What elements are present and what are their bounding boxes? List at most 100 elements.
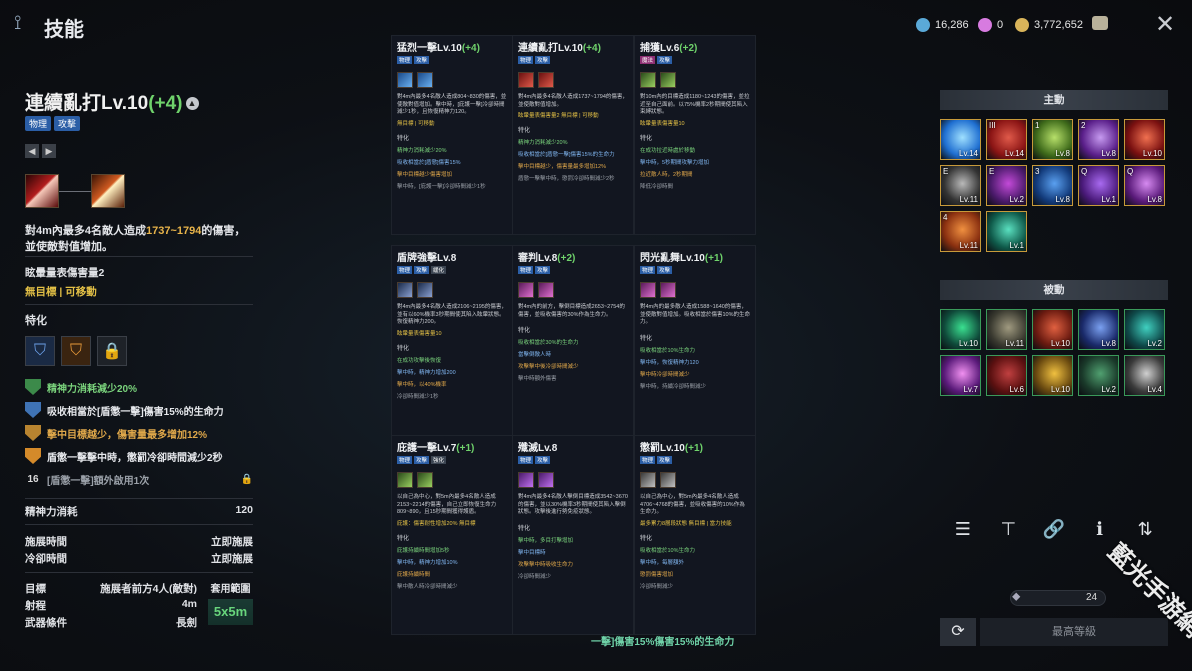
card-effect-line: 擊中時冷卻時間減少 [640,371,690,378]
passive-skill-slot[interactable]: Lv.10 [940,309,981,350]
card-title-text: 閃光亂舞Lv.10 [640,253,705,264]
lock-icon: 🔒 [240,473,253,485]
active-skill-slot[interactable]: Q Lv.8 [1124,165,1165,206]
card-description: 對4m內最多4名敵人造成2106~2195的傷害，並有以60%機率3秒期間使其陷… [397,304,507,325]
card-skill-icon [518,472,534,488]
active-skill-slot[interactable]: 4 Lv.11 [940,211,981,252]
active-skill-slot[interactable]: E Lv.11 [940,165,981,206]
list-icon[interactable]: ☰ [949,515,977,543]
active-skill-slot[interactable]: III Lv.14 [986,119,1027,160]
collage-caption: 一擊]傷害15%傷害15%的生命力 [591,637,735,648]
slot-hotkey: 4 [943,213,948,222]
skill-card[interactable]: 庇護一擊Lv.7(+1) 物理 攻擊 強化 以自己為中心，對5m內最多4名敵人造成215… [391,435,513,635]
specialization-icons: ⛉ ⛉ 🔒 [25,336,127,366]
sort-icon[interactable]: ⇅ [1131,515,1159,543]
upgrade-arrow-icon[interactable]: ▲ [185,97,199,111]
active-skill-slot[interactable]: Lv.10 [1124,119,1165,160]
passive-skill-slot[interactable]: Lv.8 [1078,309,1119,350]
weapon-value: 長劍 [176,617,197,629]
currency-gem-value: 0 [997,19,1004,31]
active-skill-slot[interactable]: 1 Lv.8 [1032,119,1073,160]
card-skill-icon [538,72,554,88]
active-skill-slot[interactable]: Q Lv.1 [1078,165,1119,206]
lock-spec-icon[interactable]: 🔒 [97,336,127,366]
prev-arrow-icon[interactable]: ◀ [25,144,39,158]
slot-level: Lv.11 [1005,339,1024,348]
active-skill-slot[interactable]: 2 Lv.8 [1078,119,1119,160]
card-effect-line: 庇護持續時間增加5秒 [397,547,450,554]
slot-level: Lv.2 [1101,385,1116,394]
skill-card[interactable]: 連續亂打Lv.10(+4) 物理 攻擊 對4m內最多4名敵人造成1737~1794的傷… [512,35,634,235]
card-effect-line: 拉近敵人時，2秒期間 [640,171,693,178]
slot-hotkey: III [989,121,996,130]
slot-level: Lv.1 [1101,195,1116,204]
passive-skill-slot[interactable]: Lv.11 [986,309,1027,350]
card-subtext: 眩暈量表傷害量10 [397,330,442,337]
range-row: 射程 4m [25,598,197,613]
active-skill-slot[interactable]: Lv.1 [986,211,1027,252]
skill-tags: 物理 攻擊 [25,116,81,131]
bag-icon[interactable] [1092,16,1108,30]
gold-shield-spec-icon[interactable]: ⛉ [61,336,91,366]
card-spec-label: 特化 [518,128,531,134]
card-effect-line: 降低冷卻時間 [640,183,674,190]
skill-plus: (+4) [148,93,183,114]
passive-skill-slot[interactable]: Lv.10 [1032,355,1073,396]
slider-handle-icon[interactable]: ⬥ [1012,589,1026,607]
card-tag: 攻擊 [657,56,673,64]
skill-nav: ◀ ▶ [25,144,56,158]
effect-text: 盾懲一擊擊中時，懲罰冷卻時間減少2秒 [47,452,223,464]
passive-skill-slot[interactable]: Lv.10 [1032,309,1073,350]
close-icon[interactable]: ✕ [1154,13,1176,37]
link-icon[interactable]: 🔗 [1040,515,1068,543]
card-tags: 物理 攻擊 [640,266,750,274]
passive-skill-slot[interactable]: Lv.2 [1078,355,1119,396]
card-tag: 攻擊 [535,56,551,64]
passive-skill-slot[interactable]: Lv.7 [940,355,981,396]
passive-skill-slot[interactable]: Lv.2 [1124,309,1165,350]
next-arrow-icon[interactable]: ▶ [42,144,56,158]
card-effect-line: 擊中目標時 [518,549,546,556]
passive-skill-slot[interactable]: Lv.4 [1124,355,1165,396]
refresh-button[interactable]: ⟳ [940,618,976,646]
slot-level: Lv.10 [959,339,978,348]
specialization-label: 特化 [25,315,47,327]
card-effect-line: 精神力消耗減少20% [397,147,447,154]
card-skill-icon [417,282,433,298]
tree-icon[interactable]: ⊤ [994,515,1022,543]
skill-icon-primary[interactable] [25,174,59,208]
slot-level: Lv.10 [1051,339,1070,348]
skill-card[interactable]: 殲滅Lv.8 物理 攻擊 對4m內最多4名敵人擊倒目標造成3542~3670的傷害，並… [512,435,634,635]
skill-card[interactable]: 懲罰Lv.10(+1) 物理 攻擊 以自己為中心，對5m內最多4名敵人造成4706~4… [634,435,756,635]
card-effect-line: 擊中時額外傷害 [518,376,557,382]
skill-card[interactable]: 盾牌強擊Lv.8 物理 攻擊 緩化 對4m內最多4名敵人造成2106~2195的傷害，並… [391,245,513,445]
card-title-text: 連續亂打Lv.10 [518,43,583,54]
info-icon[interactable]: ℹ [1086,515,1114,543]
card-subtext: 最多累力8層段狀態 無目標 | 當力技能 [640,520,732,527]
crystal-icon [916,18,930,32]
card-subtext: 無目標 | 可移動 [397,120,435,127]
passive-skill-slot[interactable]: Lv.6 [986,355,1027,396]
card-title: 閃光亂舞Lv.10(+1) [640,249,750,264]
active-skill-slot[interactable]: Lv.14 [940,119,981,160]
slot-hotkey: 1 [1035,121,1040,130]
skill-card[interactable]: 閃光亂舞Lv.10(+1) 物理 攻擊 對4m內的最多敵人造成1588~1640的傷害… [634,245,756,445]
card-effect-line: 懲罰傷害增加 [640,571,674,578]
blue-shield-spec-icon[interactable]: ⛉ [25,336,55,366]
card-title-text: 懲罰Lv.10 [640,443,685,454]
skill-card[interactable]: 捕獲Lv.6(+2) 魔法 攻擊 對10m內的目標造成1180~1243的傷害，並拉近… [634,35,756,235]
skill-card[interactable]: 審判Lv.8(+2) 物理 攻擊 對4m內的前方，擊倒目標造成2653~2754的傷害… [512,245,634,445]
gold-shield-icon [25,425,41,441]
active-skill-slot[interactable]: 3 Lv.8 [1032,165,1073,206]
skill-description: 對4m內最多4名敵人造成1737~1794的傷害，並使敵對值增加。 [25,223,253,255]
card-tag: 物理 [397,456,413,464]
skill-icon-secondary[interactable] [91,174,125,208]
card-effect-line: 攻擊擊中後冷卻時間減少 [518,364,579,370]
skill-card[interactable]: 猛烈一擊Lv.10(+4) 物理 攻擊 對4m內最多4名敵人造成804~830的傷害，… [391,35,513,235]
effect-text: 吸收相當於[盾懲一擊]傷害15%的生命力 [47,406,224,418]
slot-hotkey: 2 [1081,121,1086,130]
card-subtext: 眩暈量表傷害量10 [640,120,685,127]
card-description: 以自己為中心，對5m內最多4名敵人造成4706~4768的傷害，並吸收傷害的10… [640,494,745,515]
active-skill-slot[interactable]: E Lv.2 [986,165,1027,206]
card-effect-line: 擊中時，5秒期間攻擊力增加 [640,159,710,166]
